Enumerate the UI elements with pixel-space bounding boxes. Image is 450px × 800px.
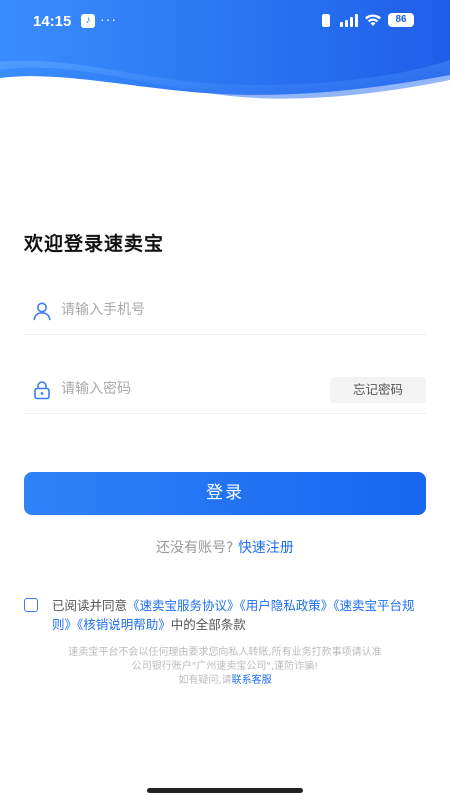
forgot-password-button[interactable]: 忘记密码	[330, 377, 426, 403]
more-notifications-icon: ···	[100, 11, 117, 27]
battery-indicator: 86	[388, 13, 414, 27]
wifi-icon	[365, 14, 381, 26]
notice-line-2: 公司银行账户"广州速卖宝公司",谨防诈骗!	[131, 661, 319, 672]
register-link[interactable]: 快速注册	[238, 540, 294, 556]
vibrate-icon	[318, 13, 334, 27]
agreement-suffix: 中的全部条款	[170, 617, 246, 632]
agreement-prefix: 已阅读并同意	[52, 598, 128, 613]
welcome-title: 欢迎登录速卖宝	[24, 234, 165, 255]
user-icon	[33, 302, 51, 321]
login-button[interactable]: 登录	[24, 472, 426, 515]
password-input[interactable]	[61, 375, 321, 403]
verification-help-link[interactable]: 《核销说明帮助》	[77, 617, 171, 632]
notice-line-3: 如有疑问,请联系客服	[24, 674, 426, 688]
agreement-text: 已阅读并同意《速卖宝服务协议》《用户隐私政策》《速卖宝平台规则》《核销说明帮助》…	[52, 596, 426, 634]
home-indicator[interactable]	[147, 788, 303, 793]
tiktok-icon: ♪	[81, 14, 95, 28]
contact-support-link[interactable]: 联系客服	[232, 675, 272, 686]
agreement-checkbox[interactable]	[24, 598, 38, 612]
phone-input[interactable]	[61, 296, 321, 324]
no-account-label: 还没有账号?	[156, 540, 234, 556]
service-agreement-link[interactable]: 《速卖宝服务协议》	[127, 598, 240, 613]
status-time: 14:15	[33, 13, 72, 30]
register-row: 还没有账号? 快速注册	[0, 537, 450, 557]
anti-fraud-notice: 速卖宝平台不会以任何理由要求您向私人转账,所有业务打款事项请认准 公司银行账户"…	[24, 646, 426, 688]
notice-contact-prefix: 如有疑问,请	[178, 675, 232, 686]
phone-field	[24, 288, 426, 335]
privacy-policy-link[interactable]: 《用户隐私政策》	[240, 598, 334, 613]
status-indicators: 86	[318, 13, 414, 27]
signal-icon	[340, 13, 358, 27]
password-field: 忘记密码	[24, 367, 426, 414]
notice-line-1: 速卖宝平台不会以任何理由要求您向私人转账,所有业务打款事项请认准	[68, 647, 382, 658]
lock-icon	[34, 381, 50, 400]
status-bar: 14:15 ♪ ··· 86	[0, 0, 450, 44]
